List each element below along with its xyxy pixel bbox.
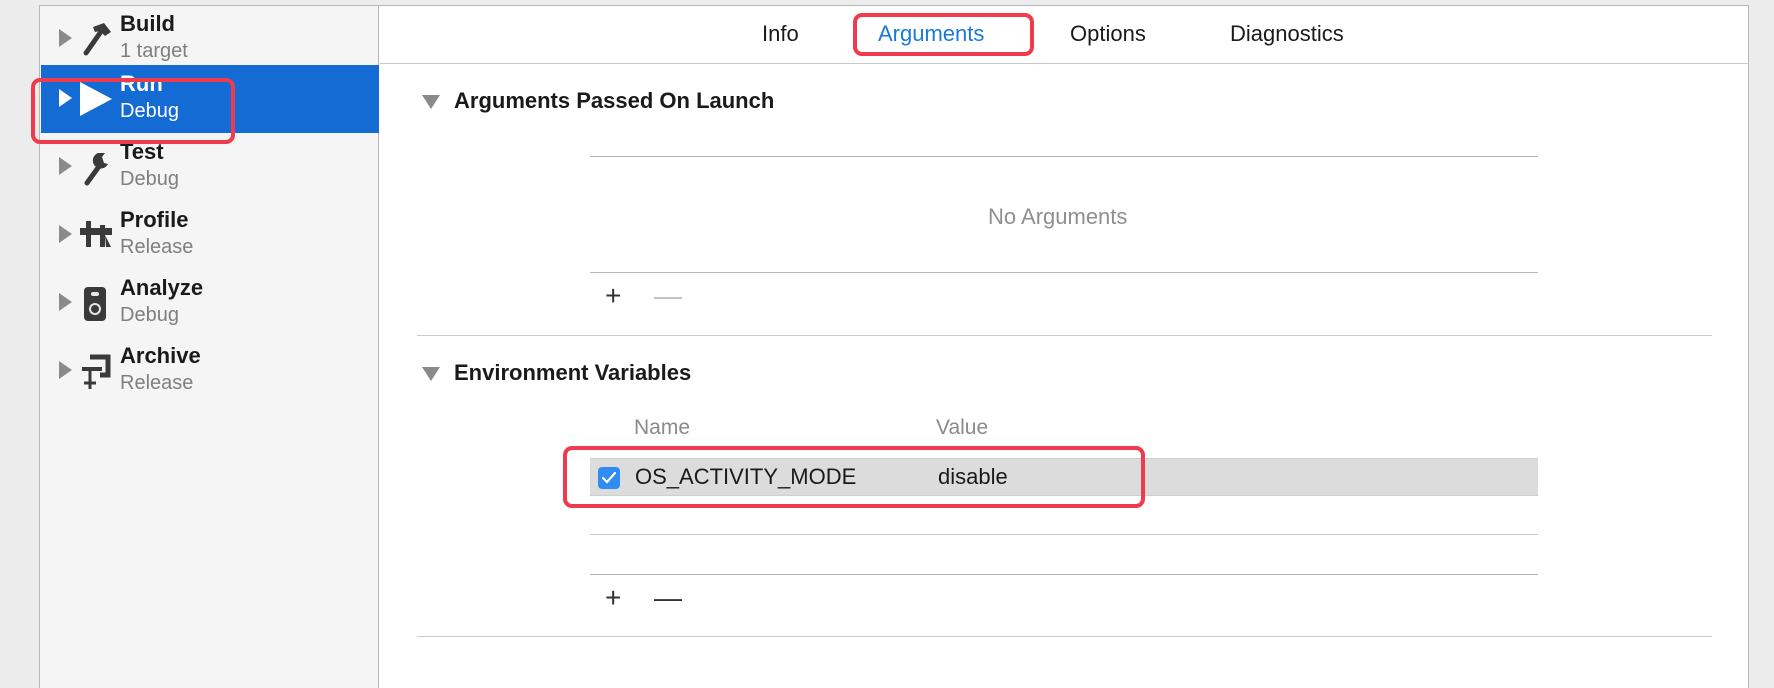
list-bottom-divider [590, 574, 1538, 575]
sidebar-item-subtitle: Debug [120, 168, 179, 190]
sidebar-item-subtitle: 1 target [120, 40, 188, 62]
wrench-icon [84, 153, 108, 186]
tab-diagnostics[interactable]: Diagnostics [1230, 21, 1344, 47]
sidebar-item-title: Archive [120, 343, 201, 368]
sidebar-item-profile[interactable]: Profile Release [41, 201, 379, 269]
tab-bar: Info Arguments Options Diagnostics [380, 5, 1749, 64]
list-top-divider [590, 156, 1538, 157]
tab-options[interactable]: Options [1070, 21, 1146, 47]
environment-section-title: Environment Variables [454, 360, 692, 385]
sidebar-item-archive[interactable]: Archive Release [41, 337, 379, 405]
tab-info[interactable]: Info [762, 21, 799, 47]
highlight-box [853, 13, 1034, 56]
sidebar-item-analyze[interactable]: Analyze Debug [41, 269, 379, 337]
section-divider [417, 335, 1712, 336]
sidebar-item-build[interactable]: Build 1 target [41, 5, 379, 73]
section-collapse-icon[interactable] [422, 367, 440, 381]
sidebar-item-subtitle: Release [120, 236, 194, 258]
highlight-box [31, 78, 235, 144]
caliper-icon [80, 221, 112, 247]
sidebar-item-subtitle: Debug [120, 304, 179, 326]
hammer-icon [83, 23, 111, 56]
sidebar-item-title: Build [120, 11, 175, 36]
add-argument-button[interactable]: + [605, 282, 621, 310]
section-collapse-icon[interactable] [422, 95, 440, 109]
section-divider [417, 636, 1712, 637]
sidebar-item-title: Analyze [120, 275, 204, 300]
remove-variable-button[interactable]: — [654, 584, 682, 612]
column-header-value[interactable]: Value [936, 416, 988, 440]
disclosure-triangle-icon[interactable] [59, 361, 72, 379]
analyzer-icon [84, 287, 106, 321]
clamp-icon [82, 354, 111, 389]
disclosure-triangle-icon[interactable] [59, 225, 72, 243]
column-header-name[interactable]: Name [634, 416, 690, 440]
list-bottom-divider [590, 272, 1538, 273]
add-variable-button[interactable]: + [605, 584, 621, 612]
remove-argument-button[interactable]: — [654, 282, 682, 310]
disclosure-triangle-icon[interactable] [59, 293, 72, 311]
table-row-divider [590, 534, 1538, 535]
disclosure-triangle-icon[interactable] [59, 29, 72, 47]
no-arguments-message: No Arguments [988, 204, 1128, 229]
arguments-section-title: Arguments Passed On Launch [454, 88, 775, 113]
highlight-box [563, 446, 1145, 508]
sidebar-item-subtitle: Release [120, 372, 194, 394]
disclosure-triangle-icon[interactable] [59, 157, 72, 175]
sidebar-item-title: Profile [120, 207, 189, 232]
